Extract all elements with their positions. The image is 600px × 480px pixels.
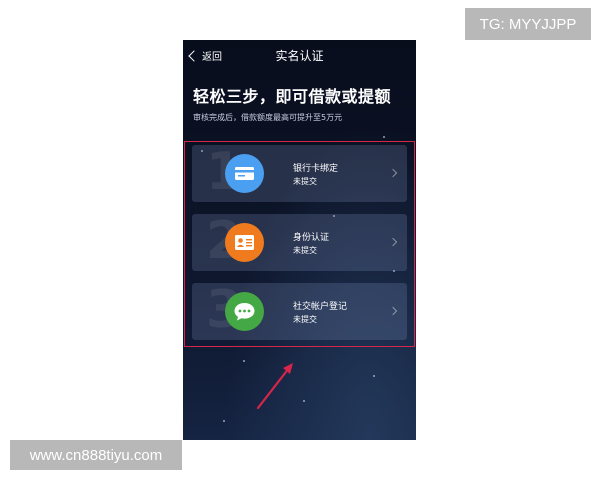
chevron-right-icon [388, 168, 398, 178]
card-title: 银行卡绑定 [293, 164, 339, 174]
star [303, 400, 305, 402]
watermark-top: TG: MYYJJPP [465, 8, 591, 40]
card-title: 社交帐户登记 [293, 302, 348, 312]
phone-screen: 返回 实名认证 轻松三步，即可借款或提额 审核完成后，借款额度最高可提升至5万元… [183, 40, 416, 440]
star [373, 375, 375, 377]
card-status: 未提交 [293, 177, 317, 186]
star [243, 360, 245, 362]
subline: 审核完成后，借款额度最高可提升至5万元 [193, 113, 343, 122]
bank-card-icon [225, 154, 264, 193]
star [223, 420, 225, 422]
chat-bubble-icon [225, 292, 264, 331]
headline: 轻松三步，即可借款或提额 [193, 87, 392, 106]
annotation-arrow [256, 363, 293, 410]
card-title: 身份认证 [293, 233, 330, 243]
chevron-right-icon [388, 237, 398, 247]
card-status: 未提交 [293, 246, 317, 255]
watermark-bottom: www.cn888tiyu.com [10, 440, 182, 470]
card-social-account[interactable]: 3 社交帐户登记 未提交 [192, 283, 407, 340]
star [383, 136, 385, 138]
card-status: 未提交 [293, 315, 317, 324]
card-bank-card[interactable]: 1 银行卡绑定 未提交 [192, 145, 407, 202]
id-card-icon [225, 223, 264, 262]
page-title: 实名认证 [275, 49, 324, 63]
card-identity[interactable]: 2 身份认证 未提交 [192, 214, 407, 271]
nav-bar: 返回 实名认证 [183, 40, 416, 70]
chevron-right-icon [388, 306, 398, 316]
